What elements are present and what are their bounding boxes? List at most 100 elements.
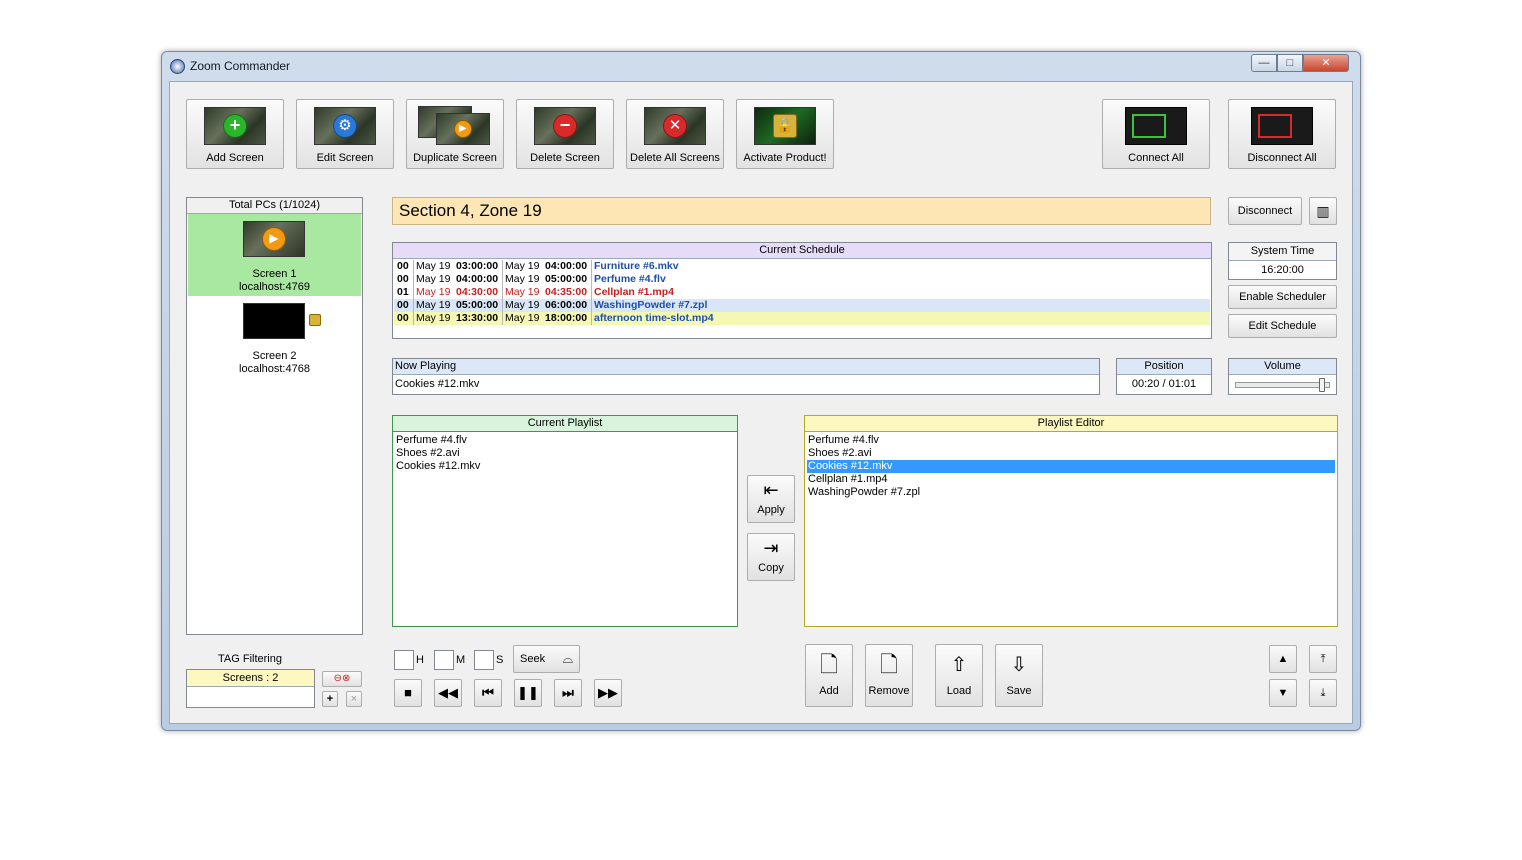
list-item[interactable]: Cookies #12.mkv <box>807 460 1335 473</box>
schedule-sd: May 19 <box>416 273 451 285</box>
schedule-ch: 01 <box>397 286 409 298</box>
tag-remove-button[interactable]: × <box>346 691 362 707</box>
column-divider <box>413 260 414 273</box>
volume-slider-thumb[interactable] <box>1319 378 1325 392</box>
copy-button[interactable]: ⇥ Copy <box>747 533 795 581</box>
connect-all-button[interactable]: Connect All <box>1102 99 1210 169</box>
position-value: 00:20 / 01:01 <box>1131 378 1197 390</box>
rewind-button[interactable]: ◀◀ <box>434 679 462 707</box>
list-item[interactable]: Perfume #4.flv <box>807 434 1335 447</box>
screen-item-2[interactable]: Screen 2 localhost:4768 <box>188 296 361 376</box>
seconds-input[interactable] <box>474 650 494 670</box>
move-up-button[interactable]: ▲ <box>1269 645 1297 673</box>
minus-icon: − <box>553 114 577 138</box>
close-button[interactable]: ✕ <box>1303 54 1349 72</box>
schedule-row[interactable]: 00 May 19 04:00:00 May 19 05:00:00 Perfume #4… <box>394 273 1210 286</box>
screen-list-panel: Total PCs (1/1024) ▶ Screen 1 localhost:… <box>186 197 363 635</box>
delete-all-screens-label: Delete All Screens <box>630 152 720 164</box>
schedule-rows: 00 May 19 03:00:00 May 19 04:00:00 Furniture … <box>393 260 1211 338</box>
title-bar[interactable]: Zoom Commander — □ ✕ <box>162 52 1360 82</box>
minutes-input[interactable] <box>434 650 454 670</box>
edit-screen-label: Edit Screen <box>316 152 374 164</box>
stop-icon: ■ <box>404 685 412 700</box>
column-divider <box>591 286 592 299</box>
move-top-button[interactable]: ⤒ <box>1309 645 1337 673</box>
edit-screen-button[interactable]: ⚙ Edit Screen <box>296 99 394 169</box>
schedule-sd: May 19 <box>416 286 451 298</box>
enable-scheduler-button[interactable]: Enable Scheduler <box>1228 285 1337 309</box>
list-item[interactable]: Cellplan #1.mp4 <box>807 473 1335 486</box>
now-playing-label: Now Playing <box>393 359 1099 375</box>
apply-arrow-icon: ⇤ <box>763 480 779 500</box>
seconds-label: S <box>496 654 504 666</box>
seek-button[interactable]: Seek ⌓ <box>513 645 580 673</box>
list-item[interactable]: Shoes #2.avi <box>395 447 735 460</box>
add-button[interactable]: 🗋 Add <box>805 644 853 707</box>
schedule-ch: 00 <box>397 299 409 311</box>
activate-product-button[interactable]: 🔒 Activate Product! <box>736 99 834 169</box>
plus-icon: + <box>223 114 247 138</box>
list-item[interactable]: Shoes #2.avi <box>807 447 1335 460</box>
schedule-row[interactable]: 00 May 19 13:30:00 May 19 18:00:00 afternoon … <box>394 312 1210 325</box>
schedule-file: Cellplan #1.mp4 <box>594 286 674 298</box>
schedule-sd: May 19 <box>416 312 451 324</box>
move-bottom-button[interactable]: ⤓ <box>1309 679 1337 707</box>
schedule-file: Furniture #6.mkv <box>594 260 679 272</box>
edit-schedule-button[interactable]: Edit Schedule <box>1228 314 1337 338</box>
zone-title: Section 4, Zone 19 <box>392 197 1211 225</box>
screen-settings-icon[interactable]: ▥ <box>1309 197 1337 225</box>
list-item[interactable]: WashingPowder #7.zpl <box>807 486 1335 499</box>
schedule-et: 04:35:00 <box>545 286 588 298</box>
remove-button[interactable]: 🗋 Remove <box>865 644 913 707</box>
app-window: Zoom Commander — □ ✕ + Add Screen ⚙ Edit… <box>161 51 1361 731</box>
schedule-ed: May 19 <box>505 260 540 272</box>
arrow-down-icon: ▼ <box>1277 687 1289 699</box>
current-playlist-list[interactable]: Perfume #4.flv Shoes #2.avi Cookies #12.mk… <box>393 434 737 624</box>
skip-forward-icon: ⏭ <box>562 685 574 700</box>
schedule-row[interactable]: 00 May 19 05:00:00 May 19 06:00:00 WashingPow… <box>394 299 1210 312</box>
copy-arrow-icon: ⇥ <box>763 538 779 558</box>
load-button[interactable]: ⇧ Load <box>935 644 983 707</box>
screen-name: Screen 1 <box>252 268 297 280</box>
stop-button[interactable]: ■ <box>394 679 422 707</box>
screen-item-1[interactable]: ▶ Screen 1 localhost:4769 <box>188 214 361 296</box>
schedule-sd: May 19 <box>416 299 451 311</box>
disconnect-all-button[interactable]: Disconnect All <box>1228 99 1336 169</box>
monitor-icon: − <box>534 107 596 145</box>
add-screen-button[interactable]: + Add Screen <box>186 99 284 169</box>
maximize-button[interactable]: □ <box>1277 54 1303 72</box>
duplicate-screen-button[interactable]: ▶ Duplicate Screen <box>406 99 504 169</box>
list-item[interactable]: Perfume #4.flv <box>395 434 735 447</box>
schedule-ed: May 19 <box>505 286 540 298</box>
monitor-icon: ⚙ <box>314 107 376 145</box>
fast-forward-button[interactable]: ▶▶ <box>594 679 622 707</box>
hours-label: H <box>416 654 424 666</box>
system-time-box: System Time 16:20:00 <box>1228 242 1337 280</box>
seek-gauge-icon: ⌓ <box>562 651 573 666</box>
delete-all-screens-button[interactable]: ✕ Delete All Screens <box>626 99 724 169</box>
schedule-file: Perfume #4.flv <box>594 273 666 285</box>
next-button[interactable]: ⏭ <box>554 679 582 707</box>
apply-button[interactable]: ⇤ Apply <box>747 475 795 523</box>
schedule-row[interactable]: 01 May 19 04:30:00 May 19 04:35:00 Cellplan #… <box>394 286 1210 299</box>
schedule-row[interactable]: 00 May 19 03:00:00 May 19 04:00:00 Furniture … <box>394 260 1210 273</box>
disconnect-button[interactable]: Disconnect <box>1228 197 1302 225</box>
minimize-button[interactable]: — <box>1251 54 1277 72</box>
hours-input[interactable] <box>394 650 414 670</box>
schedule-st: 05:00:00 <box>456 299 499 311</box>
tag-add-button[interactable]: + <box>322 691 338 707</box>
playlist-editor-panel: Playlist Editor Perfume #4.flv Shoes #2.a… <box>804 415 1338 627</box>
previous-button[interactable]: ⏮ <box>474 679 502 707</box>
schedule-st: 03:00:00 <box>456 260 499 272</box>
playlist-editor-list[interactable]: Perfume #4.flv Shoes #2.avi Cookies #12.mk… <box>805 434 1337 624</box>
move-down-button[interactable]: ▼ <box>1269 679 1297 707</box>
save-button[interactable]: ⇩ Save <box>995 644 1043 707</box>
tag-filter-input[interactable] <box>187 687 314 707</box>
tag-link-icon[interactable]: ⊖⊗ <box>322 671 362 687</box>
tag-filter-box: Screens : 2 <box>186 669 315 708</box>
volume-slider[interactable] <box>1235 378 1330 392</box>
delete-screen-button[interactable]: − Delete Screen <box>516 99 614 169</box>
schedule-et: 04:00:00 <box>545 260 588 272</box>
list-item[interactable]: Cookies #12.mkv <box>395 460 735 473</box>
pause-button[interactable]: ❚❚ <box>514 679 542 707</box>
